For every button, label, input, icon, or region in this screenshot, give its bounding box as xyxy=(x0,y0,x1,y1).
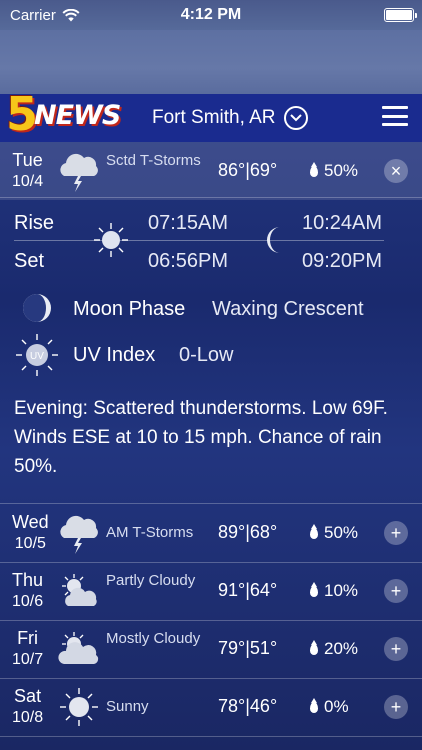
selected-day-row[interactable]: Tue 10/4 Sctd T-Storms 86°|69° 50% × xyxy=(0,142,422,200)
day-label: Tue 10/4 xyxy=(12,149,43,193)
expand-button[interactable]: + xyxy=(384,579,408,603)
hamburger-menu-icon[interactable] xyxy=(382,106,408,126)
rain-value: 20% xyxy=(324,639,359,658)
high-temp: 79° xyxy=(218,638,246,658)
partly-cloudy-icon xyxy=(62,574,97,606)
forecast-row[interactable]: Fri 10/7 Mostly Cloudy 79°|51° 20% + xyxy=(0,620,422,678)
high-temp: 86° xyxy=(218,160,246,180)
thunderstorm-icon xyxy=(60,153,98,192)
high-temp: 91° xyxy=(218,580,246,600)
location-selector[interactable]: Fort Smith, AR xyxy=(152,106,308,130)
chevron-down-icon xyxy=(283,106,308,130)
logo-word: NEWS xyxy=(34,100,121,131)
day-name: Fri xyxy=(17,628,39,648)
day-date: 10/5 xyxy=(14,535,46,552)
day-date: 10/6 xyxy=(12,593,44,610)
condition-text: Sctd T-Storms xyxy=(106,152,201,169)
city-name: Fort Smith, AR xyxy=(152,107,276,128)
uv-index-icon: UV xyxy=(16,334,58,376)
rain-chance: 10% xyxy=(310,581,358,601)
low-temp: 64° xyxy=(249,580,278,600)
moon-phase-label: Moon Phase xyxy=(73,298,186,320)
raindrop-icon xyxy=(310,639,318,655)
rain-value: 0% xyxy=(324,697,349,716)
day-name: Tue xyxy=(12,150,43,170)
day-name: Sat xyxy=(14,686,42,706)
temperature-range: 91°|64° xyxy=(218,580,277,601)
temperature-range: 79°|51° xyxy=(218,638,277,659)
high-temp: 78° xyxy=(218,696,246,716)
sunrise-time: 07:15AM xyxy=(148,212,229,234)
forecast-description: Evening: Scattered thunderstorms. Low 69… xyxy=(14,398,388,477)
day-name: Wed xyxy=(12,512,49,532)
moon-phase-icon xyxy=(23,294,51,322)
raindrop-icon xyxy=(310,523,318,539)
raindrop-icon xyxy=(310,697,318,713)
divider xyxy=(0,736,422,737)
condition-text: Partly Cloudy xyxy=(106,572,196,589)
carrier-info: Carrier xyxy=(10,7,80,24)
forecast-row[interactable]: Wed 10/5 AM T-Storms 89°|68° 50% + xyxy=(0,504,422,562)
rain-value: 50% xyxy=(324,523,359,542)
rain-value: 50% xyxy=(324,161,359,180)
carrier-label: Carrier xyxy=(10,6,56,24)
expand-button[interactable]: + xyxy=(384,637,408,661)
rise-label: Rise xyxy=(14,212,55,234)
rain-chance: 20% xyxy=(310,639,358,659)
sunny-icon xyxy=(60,688,98,726)
raindrop-icon xyxy=(310,161,318,177)
rain-chance: 50% xyxy=(310,523,358,543)
moonset-time: 09:20PM xyxy=(302,250,383,272)
rain-value: 10% xyxy=(324,581,359,600)
condition-text: Mostly Cloudy xyxy=(106,630,201,647)
close-button[interactable]: × xyxy=(384,159,408,183)
day-date: 10/4 xyxy=(12,173,44,190)
battery-icon xyxy=(384,8,417,22)
rain-chance: 0% xyxy=(310,697,349,717)
temperature-range: 89°|68° xyxy=(218,522,277,543)
uv-index-value: 0-Low xyxy=(179,344,234,366)
wifi-icon xyxy=(62,8,80,21)
raindrop-icon xyxy=(310,581,318,597)
forecast-row[interactable]: Sat 10/8 Sunny 78°|46° 0% + xyxy=(0,678,422,736)
sun-horizon-icon xyxy=(94,223,128,257)
low-temp: 68° xyxy=(249,522,278,542)
day-date: 10/7 xyxy=(12,651,44,668)
top-banner xyxy=(0,30,422,94)
uv-badge-text: UV xyxy=(30,351,44,362)
moon-phase-value: Waxing Crescent xyxy=(212,298,364,320)
day-label: Thu 10/6 xyxy=(12,569,43,613)
5news-logo: 5 NEWS xyxy=(6,91,121,137)
expand-button[interactable]: + xyxy=(384,695,408,719)
day-name: Thu xyxy=(12,570,44,590)
mostly-cloudy-icon xyxy=(58,632,99,664)
sunset-time: 06:56PM xyxy=(148,250,229,272)
rain-chance: 50% xyxy=(310,161,358,181)
status-bar: Carrier 4:12 PM xyxy=(0,0,422,30)
temperature-range: 78°|46° xyxy=(218,696,277,717)
day-date: 10/8 xyxy=(12,709,44,726)
day-label: Fri 10/7 xyxy=(12,627,43,671)
low-temp: 51° xyxy=(249,638,278,658)
moonrise-time: 10:24AM xyxy=(302,212,383,234)
set-label: Set xyxy=(14,250,45,272)
forecast-row[interactable]: Thu 10/6 Partly Cloudy 91°|64° 10% + xyxy=(0,562,422,620)
high-temp: 89° xyxy=(218,522,246,542)
uv-index-label: UV Index xyxy=(73,344,156,366)
condition-text: Sunny xyxy=(106,698,149,715)
app-header: 5 NEWS Fort Smith, AR xyxy=(0,91,422,142)
horizon-line xyxy=(14,240,384,241)
day-label: Sat 10/8 xyxy=(12,685,43,729)
low-temp: 69° xyxy=(249,160,278,180)
thunderstorm-icon xyxy=(60,515,98,554)
low-temp: 46° xyxy=(249,696,278,716)
day-label: Wed 10/5 xyxy=(12,511,49,555)
day-detail-panel: Rise Set 07:15AM 06:56PM 10:24AM 09:20PM… xyxy=(0,198,422,503)
condition-text: AM T-Storms xyxy=(106,524,194,541)
expand-button[interactable]: + xyxy=(384,521,408,545)
moon-icon xyxy=(267,227,280,253)
temperature-range: 86°|69° xyxy=(218,160,277,181)
